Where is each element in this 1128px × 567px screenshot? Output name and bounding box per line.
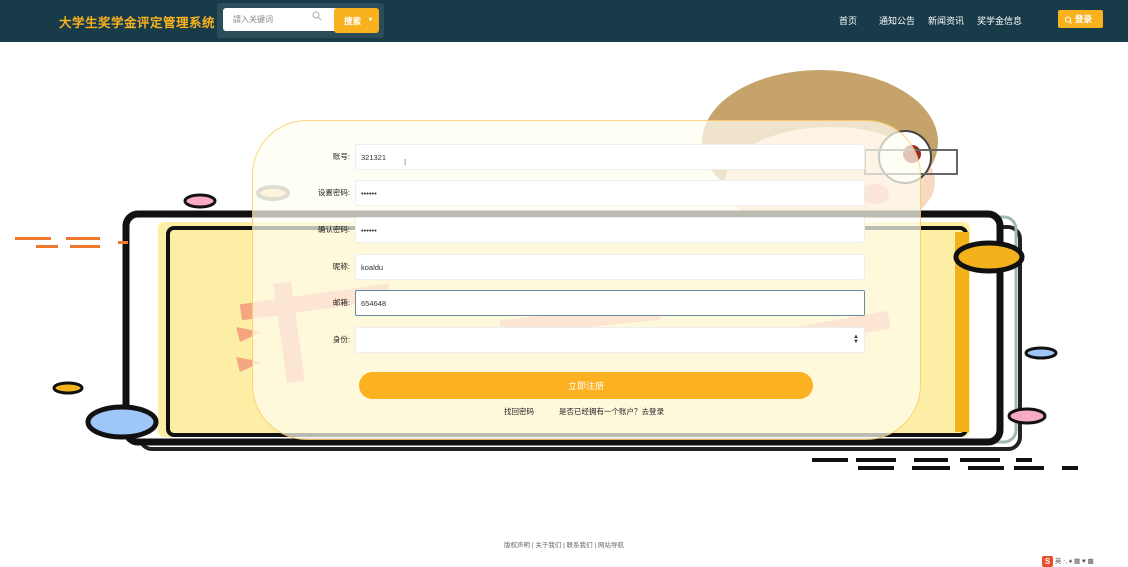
search-button[interactable]: 搜索 ▾ [334, 8, 379, 33]
ime-toolbar: S 英 ‧, ♦ ▦ ♥ ▩ [1042, 555, 1128, 567]
password-label: 设置密码: [317, 188, 350, 197]
ime-language-label[interactable]: 英 [1055, 558, 1062, 565]
footer-link-copyright[interactable]: 版权声明 [504, 542, 530, 549]
nav-notices[interactable]: 通知公告 [879, 14, 915, 27]
search-icon[interactable] [312, 11, 322, 21]
login-button[interactable]: 登录 [1058, 10, 1103, 28]
text-cursor-icon: I [404, 158, 407, 167]
identity-row: 身份: ▲ ▼ [253, 327, 920, 355]
nickname-label: 昵称: [332, 262, 350, 271]
password-input[interactable] [355, 180, 865, 206]
keyboard-icon[interactable]: ▦ [1074, 558, 1080, 565]
login-button-label: 登录 [1075, 14, 1093, 24]
identity-select[interactable] [355, 327, 865, 353]
account-input[interactable] [355, 144, 865, 170]
user-icon [1065, 16, 1072, 24]
account-row: 账号: [253, 144, 920, 172]
search-area: 搜索 ▾ [217, 3, 384, 38]
registration-form: 账号: I 设置密码: 确认密码: 昵称: 邮箱: 身份: ▲▼ 立即注册 找回… [252, 120, 921, 440]
register-button[interactable]: 立即注册 [359, 372, 813, 399]
go-login-link[interactable]: 是否已经拥有一个账户？去登录 [559, 406, 664, 417]
forgot-password-link[interactable]: 找回密码 [504, 406, 534, 417]
password-row: 设置密码: [253, 180, 920, 208]
top-navigation-bar: 大学生奖学金评定管理系统 搜索 ▾ 首页 通知公告 新闻资讯 奖学金信息 登录 [0, 0, 1128, 42]
identity-label: 身份: [332, 335, 350, 344]
ime-logo-icon[interactable]: S [1042, 555, 1053, 567]
toolbox-icon[interactable]: ▩ [1088, 558, 1094, 565]
microphone-icon[interactable]: ♦ [1069, 558, 1072, 565]
email-input[interactable] [355, 290, 865, 316]
account-label: 账号: [332, 152, 350, 161]
footer-link-sitemap[interactable]: 网站导航 [598, 542, 624, 549]
nav-home[interactable]: 首页 [839, 14, 857, 27]
site-title: 大学生奖学金评定管理系统 [59, 16, 216, 30]
chevron-down-icon: ▾ [368, 17, 372, 23]
skin-icon[interactable]: ♥ [1082, 558, 1086, 565]
nav-scholarship-info[interactable]: 奖学金信息 [977, 14, 1022, 27]
confirm-password-row: 确认密码: [253, 217, 920, 245]
select-arrows-icon: ▲ ▼ [853, 334, 859, 345]
footer-link-contact[interactable]: 联系我们 [567, 542, 593, 549]
footer-link-about[interactable]: 关于我们 [535, 542, 561, 549]
nav-news[interactable]: 新闻资讯 [928, 14, 964, 27]
confirm-password-label: 确认密码: [317, 225, 350, 234]
footer: 版权声明 | 关于我们 | 联系我们 | 网站导航 [0, 539, 1128, 549]
punctuation-icon[interactable]: ‧, [1063, 558, 1067, 565]
nickname-row: 昵称: [253, 254, 920, 282]
nickname-input[interactable] [355, 254, 865, 280]
confirm-password-input[interactable] [355, 217, 865, 243]
email-label: 邮箱: [332, 298, 350, 307]
email-row: 邮箱: [253, 290, 920, 318]
search-button-label: 搜索 [344, 15, 362, 26]
